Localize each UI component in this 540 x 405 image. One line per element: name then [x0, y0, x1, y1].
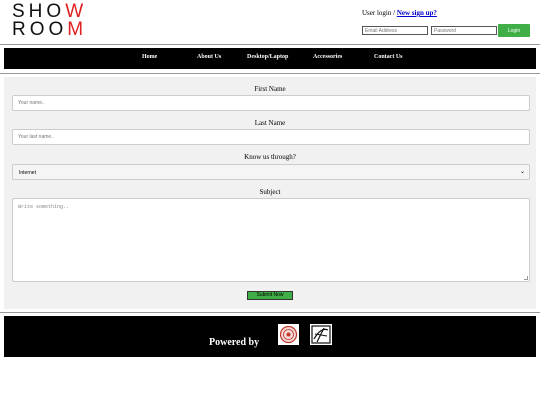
first-name-input[interactable] — [12, 95, 530, 111]
nav-item-about[interactable]: About Us — [197, 54, 221, 60]
site-header: SHOW ROOM User login / New sign up? Logi… — [0, 0, 540, 44]
nav-item-desktop-laptop[interactable]: Desktop/Laptop — [247, 54, 288, 60]
signup-link[interactable]: New sign up? — [397, 9, 437, 17]
showroom-logo[interactable]: SHOW ROOM — [12, 2, 112, 41]
main-nav: Home About Us Desktop/Laptop Accessories… — [4, 48, 536, 69]
login-form: Login — [362, 24, 534, 38]
source-select-value: Internet — [19, 170, 36, 176]
form-divider — [0, 312, 540, 313]
login-button[interactable]: Login — [498, 24, 530, 37]
first-name-label: First Name — [254, 85, 286, 93]
last-name-label: Last Name — [254, 119, 286, 127]
last-name-input[interactable] — [12, 129, 530, 145]
subject-placeholder: Write something.. — [18, 204, 70, 210]
submit-button[interactable]: Submit Now — [247, 291, 293, 300]
login-prompt-row: User login / New sign up? — [362, 9, 534, 17]
emblem-logo-icon — [310, 324, 332, 345]
nav-divider — [0, 73, 540, 74]
powered-by-text: Powered by — [209, 337, 260, 348]
nav-item-contact[interactable]: Contact Us — [374, 54, 403, 60]
password-field[interactable] — [431, 26, 497, 35]
resize-handle-icon[interactable] — [524, 276, 528, 280]
source-label: Know us through? — [244, 153, 296, 161]
nav-item-home[interactable]: Home — [142, 54, 157, 60]
subject-label: Subject — [259, 188, 281, 196]
nav-item-accessories[interactable]: Accessories — [313, 54, 342, 60]
login-separator: / — [393, 9, 396, 17]
site-footer: Powered by — [4, 316, 536, 357]
subject-textarea[interactable]: Write something.. — [12, 198, 530, 282]
login-prompt: User login — [362, 9, 392, 17]
contact-form: First Name Last Name Know us through? In… — [4, 77, 536, 309]
seal-logo-icon — [278, 324, 299, 345]
chevron-down-icon: ⌄ — [519, 169, 525, 175]
login-area: User login / New sign up? Login — [362, 9, 534, 37]
logo-text-bottom-accent: M — [67, 19, 88, 40]
email-field[interactable] — [362, 26, 428, 35]
logo-text-bottom: ROO — [12, 19, 68, 40]
header-divider — [0, 44, 540, 45]
source-select[interactable]: Internet ⌄ — [12, 164, 530, 180]
